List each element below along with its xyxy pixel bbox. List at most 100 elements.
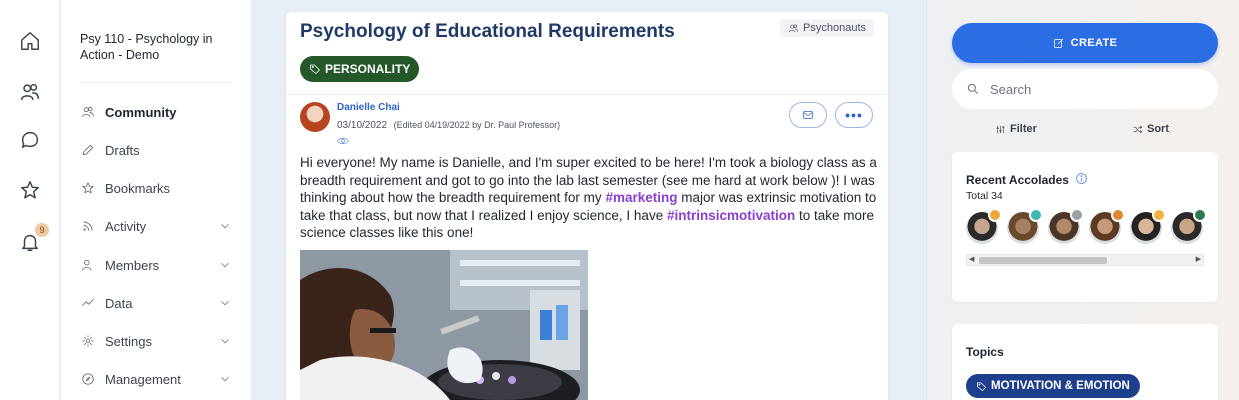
gear-icon xyxy=(80,333,96,349)
accolade-badge-icon xyxy=(988,208,1002,222)
nav-item-drafts[interactable]: Drafts xyxy=(80,138,232,162)
post-image-lab-photo[interactable] xyxy=(300,250,588,400)
star-icon[interactable] xyxy=(17,177,43,203)
accolade-avatar[interactable] xyxy=(1007,208,1043,244)
accolades-heading: Recent Accolades xyxy=(966,172,1088,188)
icon-rail: 9 xyxy=(0,0,60,400)
topic-pill-motivation-emotion[interactable]: MOTIVATION & EMOTION xyxy=(966,374,1140,398)
rss-icon xyxy=(80,218,96,234)
nav-item-management[interactable]: Management xyxy=(80,367,232,391)
accolade-badge-icon xyxy=(1111,208,1125,222)
accolades-total: Total 34 xyxy=(966,190,1003,202)
accolade-avatar[interactable] xyxy=(1089,208,1125,244)
scroll-left-arrow[interactable]: ◀ xyxy=(969,255,974,265)
tag-label: PERSONALITY xyxy=(325,62,411,76)
more-options-button[interactable]: ••• xyxy=(835,102,873,128)
accolade-badge-icon xyxy=(1152,208,1166,222)
horizontal-scrollbar[interactable]: ◀ ▶ xyxy=(966,254,1204,266)
accolade-badge-icon xyxy=(1193,208,1207,222)
topic-label: MOTIVATION & EMOTION xyxy=(991,380,1130,392)
chart-line-icon xyxy=(80,295,96,311)
home-icon[interactable] xyxy=(17,28,43,54)
search-icon xyxy=(967,83,978,94)
message-button[interactable] xyxy=(789,102,827,128)
members-icon xyxy=(80,257,96,273)
scroll-right-arrow[interactable]: ▶ xyxy=(1196,255,1201,265)
nav-item-label: Community xyxy=(105,104,177,120)
nav-item-label: Settings xyxy=(105,333,152,349)
sort-label: Sort xyxy=(1147,123,1169,135)
filter-button[interactable]: Filter xyxy=(995,120,1037,138)
community-icon[interactable] xyxy=(17,79,43,105)
edited-note: (Edited 04/19/2022 by Dr. Paul Professor… xyxy=(393,120,561,130)
accolade-avatar-row xyxy=(966,208,1207,244)
author-name[interactable]: Danielle Chai xyxy=(337,102,400,113)
nav-item-label: Drafts xyxy=(105,142,140,158)
card-divider xyxy=(286,94,888,95)
right-panel: CREATE Filter Sort Recent Accolades Tota… xyxy=(926,0,1239,400)
tag-icon xyxy=(310,64,321,75)
nav-item-label: Activity xyxy=(105,218,147,234)
search-input[interactable] xyxy=(990,81,1190,97)
nav-item-bookmarks[interactable]: Bookmarks xyxy=(80,176,232,200)
sliders-icon xyxy=(996,125,1005,133)
accolade-avatar[interactable] xyxy=(1171,208,1207,244)
pencil-icon xyxy=(80,142,96,158)
chevron-down-icon[interactable] xyxy=(218,296,232,310)
nav-item-community[interactable]: Community xyxy=(80,100,232,124)
accolade-avatar[interactable] xyxy=(966,208,1002,244)
edit-icon xyxy=(1053,38,1063,48)
recent-accolades-card: Recent Accolades Total 34 ◀ ▶ xyxy=(952,152,1218,302)
notification-count-badge: 9 xyxy=(35,223,49,237)
topics-heading: Topics xyxy=(966,345,1004,359)
accolade-avatar[interactable] xyxy=(1130,208,1166,244)
envelope-icon xyxy=(803,111,813,119)
nav-item-members[interactable]: Members xyxy=(80,253,232,277)
nav-item-label: Members xyxy=(105,257,160,273)
bell-icon[interactable]: 9 xyxy=(17,223,49,255)
create-label: CREATE xyxy=(1070,37,1118,49)
accolades-title: Recent Accolades xyxy=(966,173,1069,187)
chevron-down-icon[interactable] xyxy=(218,334,232,348)
create-button[interactable]: CREATE xyxy=(952,23,1218,63)
community-name: Psychonauts xyxy=(803,22,866,34)
chevron-down-icon[interactable] xyxy=(218,219,232,233)
nav-divider xyxy=(80,82,232,83)
nav-item-settings[interactable]: Settings xyxy=(80,329,232,353)
tag-pill-personality[interactable]: PERSONALITY xyxy=(300,56,420,82)
star-icon xyxy=(80,180,96,196)
chat-icon[interactable] xyxy=(17,127,43,153)
filter-label: Filter xyxy=(1010,123,1037,135)
chevron-down-icon[interactable] xyxy=(218,372,232,386)
hashtag-marketing[interactable]: #marketing xyxy=(605,190,677,205)
post-title: Psychology of Educational Requirements xyxy=(300,21,675,42)
community-chip[interactable]: Psychonauts xyxy=(780,19,874,37)
accolade-badge-icon xyxy=(1070,208,1084,222)
accolade-avatar[interactable] xyxy=(1048,208,1084,244)
hashtag-intrinsicmotivation[interactable]: #intrinsicmotivation xyxy=(667,208,795,223)
chevron-down-icon[interactable] xyxy=(218,258,232,272)
community-icon xyxy=(789,24,798,32)
post-date: 03/10/2022 xyxy=(337,120,388,131)
community-icon xyxy=(80,104,96,120)
post-body: Hi everyone! My name is Danielle, and I'… xyxy=(300,154,880,242)
search-box[interactable] xyxy=(952,69,1218,109)
more-dots-icon: ••• xyxy=(845,107,863,123)
nav-item-activity[interactable]: Activity xyxy=(80,214,232,238)
compass-icon xyxy=(80,371,96,387)
author-avatar[interactable] xyxy=(300,102,330,132)
sort-button[interactable]: Sort xyxy=(1132,120,1169,138)
nav-item-data[interactable]: Data xyxy=(80,291,232,315)
nav-item-label: Data xyxy=(105,295,133,311)
post-card: Psychology of Educational Requirements P… xyxy=(286,12,888,400)
post-meta: 03/10/2022 (Edited 04/19/2022 by Dr. Pau… xyxy=(337,120,560,131)
accolade-badge-icon xyxy=(1029,208,1043,222)
shuffle-icon xyxy=(1133,125,1143,133)
topics-card: Topics MOTIVATION & EMOTION xyxy=(952,324,1218,400)
course-nav-sidebar: Psy 110 - Psychology in Action - Demo Co… xyxy=(61,0,251,400)
course-title: Psy 110 - Psychology in Action - Demo xyxy=(80,32,213,62)
tag-icon xyxy=(977,381,987,391)
scrollbar-thumb[interactable] xyxy=(979,257,1107,264)
info-icon[interactable] xyxy=(1075,172,1088,188)
nav-item-label: Bookmarks xyxy=(105,180,171,196)
